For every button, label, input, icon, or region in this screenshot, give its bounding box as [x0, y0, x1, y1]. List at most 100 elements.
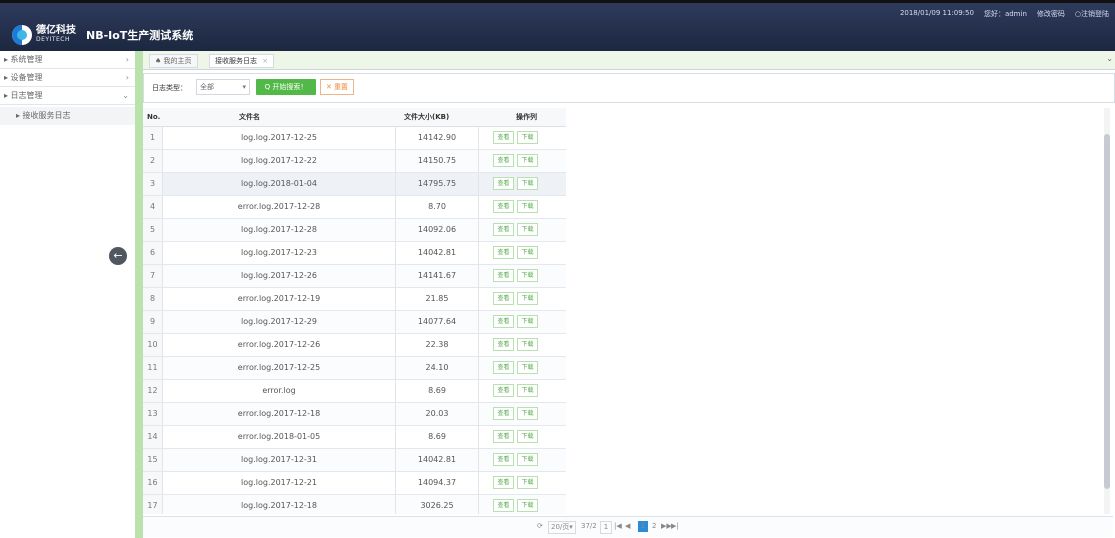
close-icon[interactable]: × [262, 57, 268, 65]
download-button[interactable]: 下载 [517, 338, 538, 351]
download-button[interactable]: 下载 [517, 292, 538, 305]
first-page-icon[interactable]: |◀ [614, 521, 622, 532]
view-button[interactable]: 查看 [493, 338, 514, 351]
reset-button[interactable]: ✕ 重置 [320, 79, 354, 95]
sidebar-item-system-management[interactable]: ▸ 系统管理 › [0, 51, 135, 69]
view-button[interactable]: 查看 [493, 200, 514, 213]
start-search-button[interactable]: Q 开始搜索！ [256, 79, 316, 95]
table-row[interactable]: 15 log.log.2017-12-31 14042.81 查看 下载 [143, 449, 566, 472]
page-size-select[interactable]: 20/页▾ [548, 521, 576, 534]
chevron-down-icon[interactable]: ⌄ [1106, 54, 1113, 63]
view-button[interactable]: 查看 [493, 269, 514, 282]
view-button[interactable]: 查看 [493, 177, 514, 190]
row-number: 13 [143, 403, 163, 425]
table-row[interactable]: 9 log.log.2017-12-29 14077.64 查看 下载 [143, 311, 566, 334]
table-row[interactable]: 1 log.log.2017-12-25 14142.90 查看 下载 [143, 127, 566, 150]
row-actions: 查看 下载 [479, 334, 566, 356]
sidebar-subitem-receive-service-log[interactable]: ▸ 接收服务日志 [0, 107, 135, 125]
download-button[interactable]: 下载 [517, 453, 538, 466]
file-size: 14150.75 [396, 150, 479, 172]
download-button[interactable]: 下载 [517, 476, 538, 489]
sidebar-divider [135, 51, 143, 538]
chevron-right-icon: › [125, 73, 129, 82]
file-name: error.log [163, 380, 396, 402]
view-button[interactable]: 查看 [493, 407, 514, 420]
download-button[interactable]: 下载 [517, 430, 538, 443]
download-button[interactable]: 下载 [517, 269, 538, 282]
download-button[interactable]: 下载 [517, 361, 538, 374]
logout-link[interactable]: ○注销登陆 [1075, 9, 1109, 19]
file-name: error.log.2017-12-18 [163, 403, 396, 425]
view-button[interactable]: 查看 [493, 315, 514, 328]
file-size: 3026.25 [396, 495, 479, 514]
view-button[interactable]: 查看 [493, 499, 514, 512]
file-name: log.log.2017-12-23 [163, 242, 396, 264]
sidebar-item-device-management[interactable]: ▸ 设备管理 › [0, 69, 135, 87]
page-1-button[interactable]: 1 [638, 521, 648, 532]
table-row[interactable]: 7 log.log.2017-12-26 14141.67 查看 下载 [143, 265, 566, 288]
table-row[interactable]: 3 log.log.2018-01-04 14795.75 查看 下载 [143, 173, 566, 196]
table-row[interactable]: 8 error.log.2017-12-19 21.85 查看 下载 [143, 288, 566, 311]
download-button[interactable]: 下载 [517, 200, 538, 213]
view-button[interactable]: 查看 [493, 223, 514, 236]
file-name: log.log.2017-12-28 [163, 219, 396, 241]
download-button[interactable]: 下载 [517, 246, 538, 259]
view-button[interactable]: 查看 [493, 384, 514, 397]
page-number-input[interactable]: 1 [600, 521, 612, 534]
collapse-sidebar-icon[interactable]: ← [109, 247, 127, 265]
download-button[interactable]: 下载 [517, 177, 538, 190]
sidebar-item-label: ▸ 设备管理 [4, 73, 43, 82]
row-actions: 查看 下载 [479, 242, 566, 264]
download-button[interactable]: 下载 [517, 154, 538, 167]
file-size: 8.69 [396, 426, 479, 448]
file-name: error.log.2017-12-19 [163, 288, 396, 310]
table-row[interactable]: 12 error.log 8.69 查看 下载 [143, 380, 566, 403]
file-size: 21.85 [396, 288, 479, 310]
change-password-link[interactable]: 修改密码 [1037, 9, 1065, 19]
table-row[interactable]: 2 log.log.2017-12-22 14150.75 查看 下载 [143, 150, 566, 173]
table-row[interactable]: 16 log.log.2017-12-21 14094.37 查看 下载 [143, 472, 566, 495]
table-row[interactable]: 10 error.log.2017-12-26 22.38 查看 下载 [143, 334, 566, 357]
file-name: log.log.2017-12-21 [163, 472, 396, 494]
sidebar-item-log-management[interactable]: ▸ 日志管理 ⌄ [0, 87, 135, 105]
tab-home[interactable]: ♠ 我的主页 [149, 54, 198, 68]
download-button[interactable]: 下载 [517, 223, 538, 236]
table-row[interactable]: 11 error.log.2017-12-25 24.10 查看 下载 [143, 357, 566, 380]
file-name: log.log.2017-12-31 [163, 449, 396, 471]
view-button[interactable]: 查看 [493, 361, 514, 374]
refresh-icon[interactable]: ⟳ [537, 521, 543, 532]
page-2-button[interactable]: 2 [652, 521, 656, 532]
view-button[interactable]: 查看 [493, 476, 514, 489]
download-button[interactable]: 下载 [517, 499, 538, 512]
brand-area: 德亿科技 DEYITECH NB-IoT生产测试系统 [12, 25, 193, 45]
log-type-select[interactable]: 全部 ▾ [196, 79, 250, 95]
table-row[interactable]: 14 error.log.2018-01-05 8.69 查看 下载 [143, 426, 566, 449]
table-row[interactable]: 4 error.log.2017-12-28 8.70 查看 下载 [143, 196, 566, 219]
download-button[interactable]: 下载 [517, 131, 538, 144]
table-scrollbar[interactable] [1104, 108, 1110, 514]
tab-label: 接收服务日志 [215, 57, 257, 65]
view-button[interactable]: 查看 [493, 453, 514, 466]
column-actions: 操作列 [516, 113, 537, 121]
download-button[interactable]: 下载 [517, 384, 538, 397]
view-button[interactable]: 查看 [493, 292, 514, 305]
download-button[interactable]: 下载 [517, 315, 538, 328]
table-row[interactable]: 5 log.log.2017-12-28 14092.06 查看 下载 [143, 219, 566, 242]
file-size: 14077.64 [396, 311, 479, 333]
previous-page-icon[interactable]: ◀ [625, 521, 630, 532]
tab-receive-service-log[interactable]: 接收服务日志 × [209, 54, 275, 68]
view-button[interactable]: 查看 [493, 246, 514, 259]
view-button[interactable]: 查看 [493, 430, 514, 443]
row-actions: 查看 下载 [479, 173, 566, 195]
app-header: 2018/01/09 11:09:50 您好：admin 修改密码 ○注销登陆 … [0, 3, 1115, 51]
row-number: 9 [143, 311, 163, 333]
view-button[interactable]: 查看 [493, 131, 514, 144]
download-button[interactable]: 下载 [517, 407, 538, 420]
table-row[interactable]: 17 log.log.2017-12-18 3026.25 查看 下载 [143, 495, 566, 514]
table-row[interactable]: 6 log.log.2017-12-23 14042.81 查看 下载 [143, 242, 566, 265]
row-number: 10 [143, 334, 163, 356]
view-button[interactable]: 查看 [493, 154, 514, 167]
scrollbar-thumb[interactable] [1104, 134, 1110, 489]
last-page-icon[interactable]: ▶| [671, 521, 679, 532]
table-row[interactable]: 13 error.log.2017-12-18 20.03 查看 下载 [143, 403, 566, 426]
